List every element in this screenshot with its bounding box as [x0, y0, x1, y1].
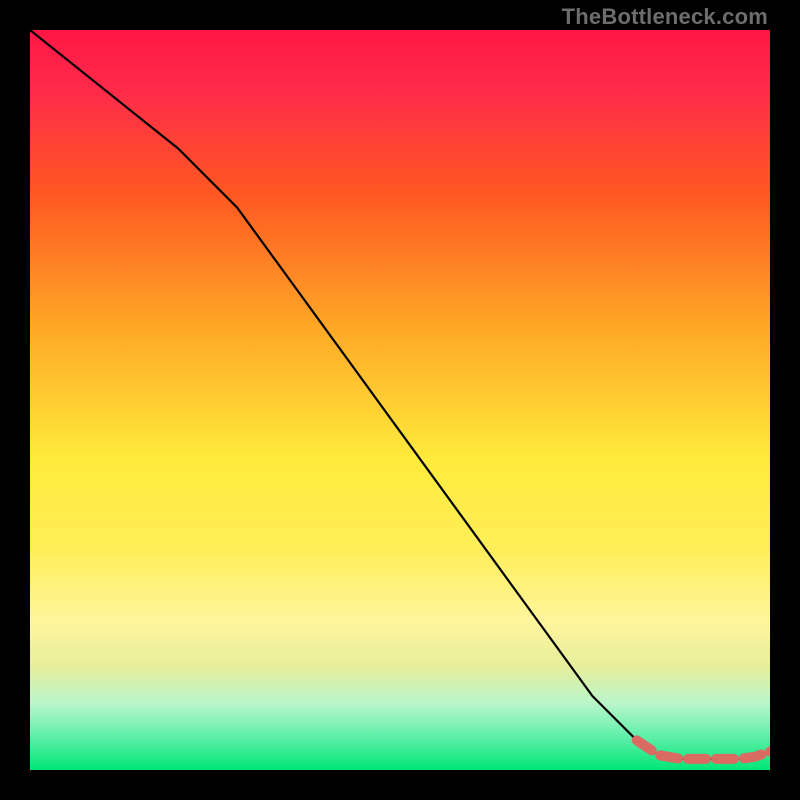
watermark-text: TheBottleneck.com [562, 4, 768, 30]
chart-svg [30, 30, 770, 770]
series-curve [30, 30, 770, 759]
series-tail-dash [637, 740, 770, 759]
